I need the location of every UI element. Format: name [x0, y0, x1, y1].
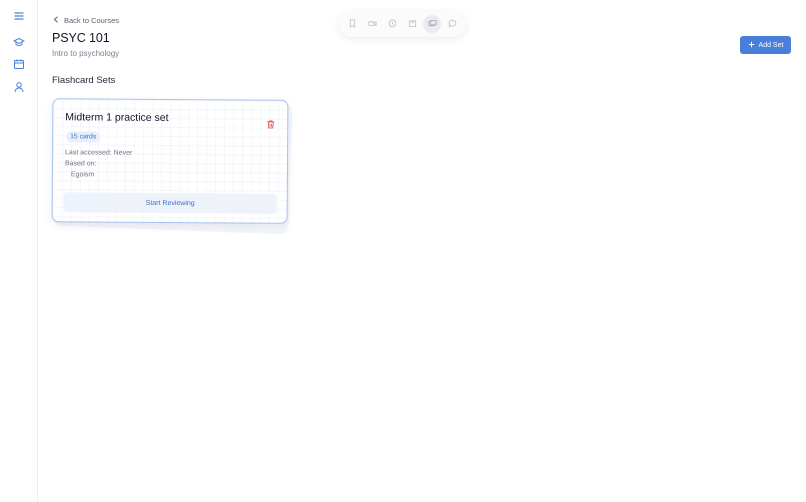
chevron-left-icon	[53, 15, 59, 25]
user-icon	[13, 80, 25, 98]
back-link-label: Back to Courses	[64, 15, 120, 25]
sidebar-item-courses[interactable]	[11, 36, 27, 52]
course-subtitle: Intro to psychology	[52, 49, 120, 58]
puzzle-icon	[408, 15, 417, 33]
plus-icon	[748, 41, 755, 50]
last-accessed-text: Last accessed: Never	[65, 149, 133, 157]
menu-icon	[13, 9, 25, 27]
sidebar-item-calendar[interactable]	[11, 58, 27, 74]
video-icon	[368, 15, 377, 33]
delete-set-button[interactable]	[266, 116, 275, 129]
add-set-label: Add Set	[758, 41, 784, 49]
graduation-cap-icon	[12, 35, 26, 53]
add-set-button[interactable]: Add Set	[740, 36, 791, 54]
page-title: PSYC 101	[52, 31, 110, 45]
tool-bookmarks[interactable]	[344, 15, 362, 33]
back-to-courses-link[interactable]: Back to Courses	[53, 14, 119, 26]
clock-icon	[388, 15, 397, 33]
section-title: Flashcard Sets	[52, 75, 116, 86]
sidebar	[0, 0, 38, 502]
tool-timer[interactable]	[384, 15, 402, 33]
bookmark-icon	[348, 15, 357, 33]
trash-icon	[266, 116, 275, 133]
tool-flashcards[interactable]	[423, 15, 442, 33]
tool-chat[interactable]	[443, 15, 461, 33]
card-count-badge: 15 cards	[66, 131, 101, 143]
tool-videos[interactable]	[364, 15, 382, 33]
start-reviewing-button[interactable]: Start Reviewing	[63, 192, 277, 214]
course-toolbar	[339, 11, 466, 37]
sidebar-item-profile[interactable]	[11, 81, 27, 97]
calendar-icon	[13, 57, 25, 75]
based-on-value: Egoism	[70, 171, 95, 179]
flashcards-icon	[428, 15, 437, 33]
tool-quiz[interactable]	[403, 15, 421, 33]
flashcard-set-card[interactable]: Midterm 1 practice set 15 cards Last acc…	[51, 98, 289, 224]
based-on-label: Based on:	[64, 160, 97, 168]
set-title: Midterm 1 practice set	[65, 111, 169, 124]
menu-button[interactable]	[11, 10, 27, 26]
chat-icon	[447, 15, 457, 33]
